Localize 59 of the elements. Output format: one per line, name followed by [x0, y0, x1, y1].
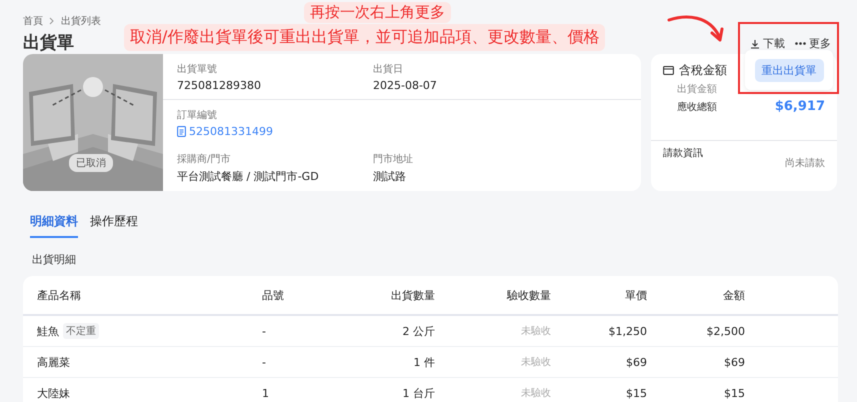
field-label: 門市地址 — [373, 152, 414, 166]
more-button[interactable]: 更多 — [795, 36, 831, 51]
more-icon — [795, 42, 806, 45]
table-cell-text: $1,250 — [608, 324, 647, 338]
table-cell-text: 未驗收 — [520, 386, 551, 400]
field-label: 出貨單號 — [177, 62, 218, 76]
section-title: 出貨明細 — [32, 252, 77, 267]
order-link[interactable]: 525081331499 — [177, 124, 373, 138]
field-value: 測試路 — [373, 168, 407, 184]
menu-item[interactable]: 重出出貨單 — [754, 58, 824, 82]
chevron-icon — [49, 17, 55, 25]
table-cell-text: $15 — [723, 386, 745, 400]
table-cell-text: 1 台斤 — [402, 386, 435, 400]
summary-label: 應收總額 — [677, 100, 717, 114]
column-header: 出貨數量 — [390, 288, 435, 302]
table-cell-text: 未驗收 — [520, 324, 551, 338]
table-cell-text: 2 公斤 — [402, 324, 435, 338]
table-cell-text: 高麗菜 — [36, 354, 71, 370]
column-header: 單價 — [624, 288, 647, 302]
table-cell-text: $2,500 — [706, 324, 745, 338]
table-cell-text: 大陸妹 — [36, 386, 71, 400]
table-cell-text: $69 — [625, 356, 647, 368]
table-cell-text: 1 — [262, 386, 270, 400]
table-cell-text: - — [262, 324, 267, 338]
curved-arrow — [667, 14, 725, 44]
billing-status: 尚未請款 — [785, 156, 825, 171]
table-cell-text: - — [262, 356, 267, 368]
breadcrumb-link[interactable]: 出貨列表 — [61, 14, 101, 28]
download-icon — [750, 38, 760, 48]
column-header: 金額 — [722, 288, 745, 302]
field-label: 訂單編號 — [177, 108, 218, 122]
annotation-note: 再按一次右上角更多 — [304, 2, 451, 23]
document-icon — [177, 126, 186, 136]
column-header: 品號 — [262, 288, 285, 302]
total-amount: $6,917 — [774, 99, 825, 114]
tab[interactable]: 明細資料 — [30, 211, 78, 238]
table-cell-text: $15 — [625, 386, 647, 400]
billing-label: 請款資訊 — [663, 146, 703, 161]
field-label: 出貨日 — [373, 62, 404, 76]
field-value: 725081289380 — [177, 78, 262, 92]
field-label: 採購商/門市 — [177, 152, 232, 166]
field-value: 2025-08-07 — [373, 78, 438, 92]
table-cell-text: $69 — [723, 356, 745, 368]
annotation-note: 取消/作廢出貨單後可重出出貨單，並可追加品項、更改數量、價格 — [124, 24, 606, 51]
summary-title: 含稅金額 — [679, 62, 727, 79]
table-cell: 鮭魚 — [37, 324, 59, 338]
field-value: 平台測試餐廳 / 測試門市-GD — [177, 168, 320, 184]
tag-label: 不定重 — [63, 323, 99, 339]
column-header: 驗收數量 — [506, 288, 551, 302]
breadcrumb-link[interactable]: 首頁 — [23, 14, 43, 28]
page-title: 出貨單 — [23, 32, 75, 54]
table-cell-text: 未驗收 — [520, 356, 551, 369]
summary-label: 出貨金額 — [677, 82, 717, 96]
card-icon — [663, 66, 674, 75]
table-cell-text: 1 件 — [412, 354, 435, 370]
status-badge: 已取消 — [69, 154, 113, 172]
download-button[interactable]: 下載 — [750, 36, 785, 51]
tab[interactable]: 操作歷程 — [90, 211, 138, 238]
column-header: 產品名稱 — [36, 288, 82, 302]
